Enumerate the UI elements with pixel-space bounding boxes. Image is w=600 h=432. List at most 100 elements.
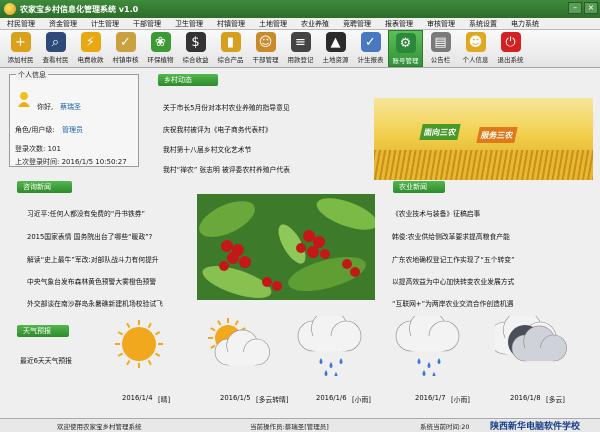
status-welcome: 欢迎使用农家宝乡村管理系统 bbox=[57, 423, 142, 431]
user-name: 蔡瑞圣 bbox=[60, 103, 81, 111]
toolbar-label: 账号管理 bbox=[392, 57, 419, 65]
light-rain-icon bbox=[297, 316, 362, 376]
weather-header[interactable]: 天气预报 bbox=[17, 325, 69, 337]
toolbar-button[interactable]: ▮ 综合产品 bbox=[213, 30, 248, 67]
weather-date: 2016/1/6 bbox=[316, 394, 347, 402]
profile-icon: ☻ bbox=[465, 32, 486, 52]
night-cloud-icon bbox=[508, 325, 567, 362]
weather-desc: [多云] bbox=[546, 396, 565, 404]
toolbar-label: 电费收款 bbox=[77, 56, 104, 64]
land-icon: ▲ bbox=[325, 32, 346, 52]
rural-banner-image: 面向三农 服务三农 bbox=[374, 98, 593, 180]
toolbar: + 添加村民 ⌕ 查看村民 ⚡ 电费收款 ✓ 村镇审核 ❀ 环保植物 $ 综合收益 ▮ 综合产品 ☺ 干部管理… bbox=[0, 30, 600, 68]
power-icon: ⏻ bbox=[500, 32, 521, 52]
menu-item[interactable]: 审核管理 bbox=[420, 19, 462, 29]
watermark-text: 陕西新华电脑软件学校 bbox=[490, 419, 581, 432]
banner-slogan-2: 服务三农 bbox=[476, 127, 518, 143]
menu-item[interactable]: 电力系统 bbox=[504, 19, 546, 29]
menu-item[interactable]: 干部管理 bbox=[126, 19, 168, 29]
toolbar-label: 计生报表 bbox=[357, 56, 384, 64]
menu-bar: 村民管理 资金管理 计生管理 干部管理 卫生管理 村镇管理 土地管理 农业养殖 竞聘管理 报表管理… bbox=[0, 18, 600, 30]
user-role: 管理员 bbox=[62, 126, 83, 134]
info-news-item[interactable]: 2015国家表情 国务院出台了哪些“暖政”? bbox=[27, 231, 152, 241]
toolbar-button[interactable]: + 添加村民 bbox=[3, 30, 38, 67]
money-bag-icon: $ bbox=[185, 32, 206, 52]
stamp-icon: ✓ bbox=[115, 32, 136, 52]
toolbar-button[interactable]: ⚙ 账号管理 bbox=[388, 30, 423, 67]
agri-news-item[interactable]: 广东农地确权登记工作实现了“五个转变” bbox=[392, 254, 515, 264]
lightning-icon: ⚡ bbox=[80, 32, 101, 52]
weather-desc: [小雨] bbox=[352, 396, 371, 404]
toolbar-button[interactable]: ⌕ 查看村民 bbox=[38, 30, 73, 67]
weather-date: 2016/1/8 bbox=[510, 394, 541, 402]
agri-news-item[interactable]: 以提高效益为中心加快转变农业发展方式 bbox=[392, 276, 514, 286]
menu-item[interactable]: 资金管理 bbox=[42, 19, 84, 29]
toolbar-button[interactable]: ❀ 环保植物 bbox=[143, 30, 178, 67]
close-icon[interactable]: × bbox=[584, 2, 598, 14]
rural-news-item[interactable]: 我村第十八届乡村文化艺术节 bbox=[163, 144, 251, 154]
menu-item[interactable]: 竞聘管理 bbox=[336, 19, 378, 29]
agri-news-header[interactable]: 农业新闻 bbox=[393, 181, 445, 193]
toolbar-label: 查看村民 bbox=[42, 56, 69, 64]
toolbar-label: 干部管理 bbox=[252, 56, 279, 64]
register-icon: ≡ bbox=[290, 32, 311, 52]
dashboard-panel: 个人信息 你好, 蔡瑞圣 角色/用户级: 管理员 登录次数: 101 上次登录时… bbox=[0, 68, 600, 418]
agri-news-item[interactable]: “互联网+”为两岸农业交流合作创造机遇 bbox=[392, 298, 514, 308]
toolbar-button[interactable]: ☻ 个人信息 bbox=[458, 30, 493, 67]
toolbar-button[interactable]: ✓ 计生报表 bbox=[353, 30, 388, 67]
toolbar-button[interactable]: ⚡ 电费收款 bbox=[73, 30, 108, 67]
menu-item[interactable]: 卫生管理 bbox=[168, 19, 210, 29]
app-logo-icon bbox=[4, 3, 16, 15]
toolbar-button[interactable]: ⏻ 退出系统 bbox=[493, 30, 528, 67]
login-count: 登录次数: 101 bbox=[15, 145, 61, 153]
window-title: 农家宝乡村信息化管理系统 v1.0 bbox=[20, 4, 139, 14]
menu-item[interactable]: 农业养殖 bbox=[294, 19, 336, 29]
info-news-item[interactable]: 解读“史上最牛”军改:对部队战斗力有何提升 bbox=[27, 254, 159, 264]
menu-item[interactable]: 土地管理 bbox=[252, 19, 294, 29]
menu-item[interactable]: 报表管理 bbox=[378, 19, 420, 29]
partly-sunny-icon bbox=[208, 318, 270, 366]
toolbar-label: 退出系统 bbox=[497, 56, 524, 64]
plant-icon: ❀ bbox=[150, 32, 171, 52]
toolbar-label: 公告栏 bbox=[430, 56, 451, 64]
account-icon: ⚙ bbox=[395, 33, 416, 53]
toolbar-label: 综合产品 bbox=[217, 56, 244, 64]
menu-item[interactable]: 系统设置 bbox=[462, 19, 504, 29]
weather-desc: [小雨] bbox=[451, 396, 470, 404]
weather-date: 2016/1/5 bbox=[220, 394, 251, 402]
rural-news-item[interactable]: 庆祝我村被评为《电子商务代表村》 bbox=[163, 124, 272, 134]
user-info-box: 个人信息 你好, 蔡瑞圣 角色/用户级: 管理员 登录次数: 101 上次登录时… bbox=[9, 70, 139, 167]
toolbar-label: 添加村民 bbox=[7, 56, 34, 64]
menu-item[interactable]: 计生管理 bbox=[84, 19, 126, 29]
agri-news-item[interactable]: 韩俊:农业供给侧改革要求提高粮食产能 bbox=[392, 231, 510, 241]
status-time: 系统当前时间:20 bbox=[420, 423, 470, 431]
toolbar-label: 环保植物 bbox=[147, 56, 174, 64]
toolbar-button[interactable]: ≡ 用款登记 bbox=[283, 30, 318, 67]
toolbar-button[interactable]: $ 综合收益 bbox=[178, 30, 213, 67]
toolbar-label: 用款登记 bbox=[287, 56, 314, 64]
info-news-item[interactable]: 外交部谈在南沙群岛永暑礁新建机场校验试飞 bbox=[27, 298, 163, 308]
weather-subtitle: 最近6天天气预报 bbox=[20, 357, 72, 365]
menu-item[interactable]: 村镇管理 bbox=[210, 19, 252, 29]
cherry-photo bbox=[197, 194, 375, 300]
menu-item[interactable]: 村民管理 bbox=[0, 19, 42, 29]
greeting-label: 你好, bbox=[37, 103, 54, 111]
toolbar-button[interactable]: ▲ 土地资源 bbox=[318, 30, 353, 67]
info-news-header[interactable]: 咨询新闻 bbox=[17, 181, 72, 193]
rural-news-header[interactable]: 乡村动态 bbox=[158, 74, 218, 86]
info-news-item[interactable]: 习近平:任何人都没有免费的“丹书铁券” bbox=[27, 208, 145, 218]
weather-date: 2016/1/7 bbox=[415, 394, 446, 402]
toolbar-button[interactable]: ☺ 干部管理 bbox=[248, 30, 283, 67]
rural-news-item[interactable]: 我村“禅农” 张志明 被评委农村养殖户代表 bbox=[163, 164, 290, 174]
minimize-icon[interactable]: – bbox=[568, 2, 582, 14]
info-news-item[interactable]: 中央气象台发布森林黄色预警大雾橙色预警 bbox=[27, 276, 156, 286]
user-avatar-icon bbox=[18, 92, 30, 107]
agri-news-item[interactable]: 《农业技术与装备》征稿启事 bbox=[392, 208, 480, 218]
toolbar-button[interactable]: ✓ 村镇审核 bbox=[108, 30, 143, 67]
banner-slogan-1: 面向三农 bbox=[419, 124, 461, 140]
title-bar: 农家宝乡村信息化管理系统 v1.0 – × bbox=[0, 0, 600, 18]
toolbar-button[interactable]: ▤ 公告栏 bbox=[423, 30, 458, 67]
last-login-time: 上次登录时间: 2016/1/5 10:50:27 bbox=[15, 158, 127, 166]
rural-news-item[interactable]: 关于市长5月份对本村农业养殖的指导意见 bbox=[163, 102, 290, 112]
add-user-icon: + bbox=[10, 32, 31, 52]
